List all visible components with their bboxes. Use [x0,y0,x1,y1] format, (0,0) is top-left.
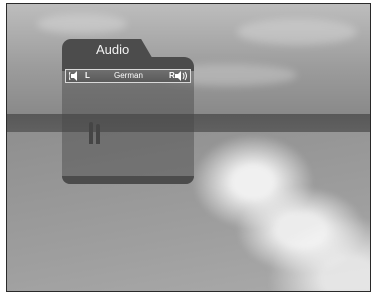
audio-panel-title: Audio [96,42,130,57]
video-frame: Audio L German R [6,3,371,292]
right-channel-label: R [169,71,175,80]
audio-language: German [114,71,143,80]
speaker-right-icon[interactable] [175,71,189,81]
left-channel-label: L [85,71,90,80]
audio-panel: Audio L German R [62,39,194,184]
audio-panel-footer [62,176,194,184]
audio-track-selector[interactable]: L German R [65,69,191,83]
speaker-left-icon[interactable] [69,71,83,81]
